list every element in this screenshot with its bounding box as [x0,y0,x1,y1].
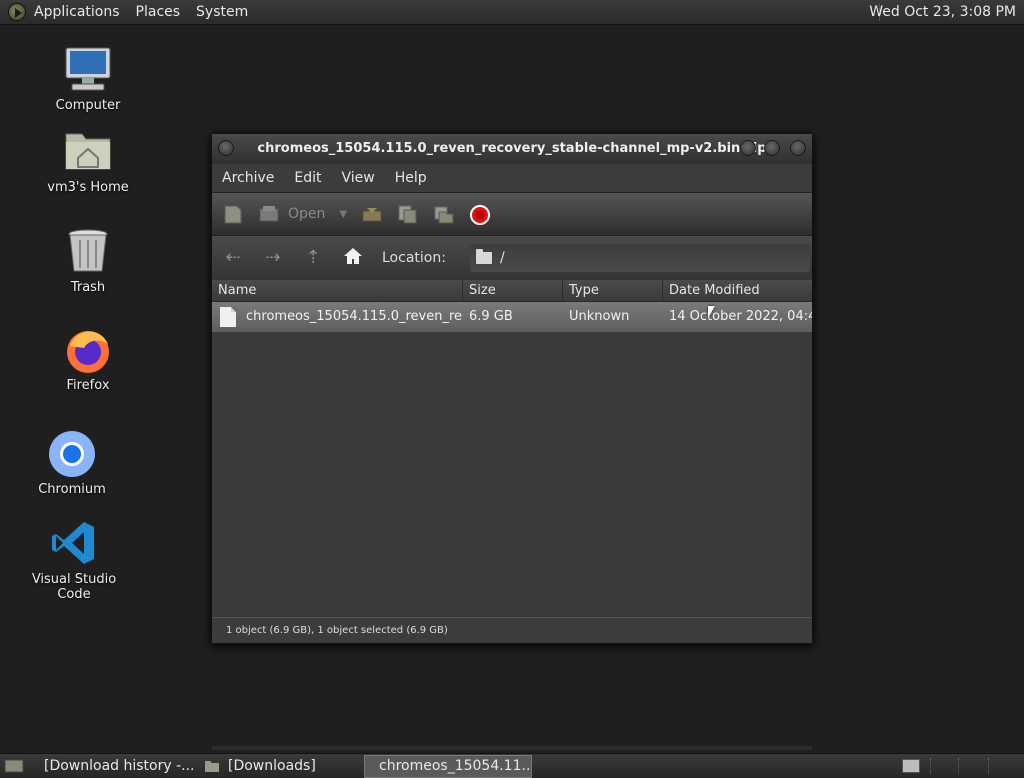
add-files-button[interactable] [397,201,419,227]
menu-edit[interactable]: Edit [284,170,331,186]
taskbar-item-download-history[interactable]: [Download history -... [30,755,198,778]
folder-icon [205,761,219,772]
file-list: chromeos_15054.115.0_reven_re... 6.9 GB … [212,302,812,585]
menubar: Archive Edit View Help [212,164,812,192]
stop-icon [469,204,491,225]
window-title: chromeos_15054.115.0_reven_recovery_stab… [257,141,767,156]
open-archive-icon [258,204,280,224]
new-archive-icon [222,204,244,224]
cell-date-modified: 14 October 2022, 04:47 [669,309,812,324]
file-icon [220,306,236,327]
desktop-icon-firefox[interactable]: Firefox [33,326,143,393]
column-header-name[interactable]: Name [212,280,463,301]
location-field[interactable]: / [469,244,810,272]
table-row[interactable]: chromeos_15054.115.0_reven_re... 6.9 GB … [212,302,812,332]
desktop-icon-label: vm3's Home [47,180,129,195]
applications-menu[interactable]: Applications [26,0,128,25]
folder-icon [475,249,492,264]
column-header-size[interactable]: Size [463,280,563,301]
desktop-icon-label: Trash [70,280,106,295]
column-header-type[interactable]: Type [563,280,663,301]
location-label: Location: [382,250,446,266]
home-folder-icon [64,128,112,176]
workspace-switcher[interactable] [902,759,920,773]
close-button[interactable] [790,140,806,156]
toolbar: Open ▼ [212,192,812,236]
archive-manager-window: chromeos_15054.115.0_reven_recovery_stab… [211,133,813,750]
firefox-icon [64,326,112,374]
show-desktop-icon [4,759,24,773]
open-dropdown-button[interactable]: ▼ [339,201,347,227]
panel-separator [930,758,931,774]
menu-help[interactable]: Help [385,170,437,186]
add-folder-button[interactable] [433,201,455,227]
trash-icon [64,228,112,276]
back-arrow-icon[interactable]: ⇠ [222,247,244,269]
location-bar: ⇠ ⇢ ⇡ Location: / [212,236,812,280]
home-icon[interactable] [342,247,364,269]
minimize-button[interactable] [740,140,756,156]
desktop-icon-label: Chromium [38,482,106,497]
panel-separator [988,758,989,774]
mouse-cursor-icon [708,306,715,318]
open-button[interactable]: Open [258,201,325,227]
location-path: / [499,250,505,266]
places-menu[interactable]: Places [128,0,189,25]
add-folder-icon [433,204,455,224]
top-panel: Applications Places System Wed Oct 23, 3… [0,0,1024,25]
system-menu[interactable]: System [188,0,256,25]
desktop-icon-label: Firefox [66,378,110,393]
new-archive-button[interactable] [222,201,244,227]
up-arrow-icon[interactable]: ⇡ [302,247,324,269]
computer-icon [64,46,112,94]
window-menu-button[interactable] [218,140,234,156]
menu-view[interactable]: View [332,170,385,186]
desktop-icon-vscode[interactable]: Visual Studio Code [19,520,129,602]
desktop-icon-home[interactable]: vm3's Home [33,128,143,195]
desktop-icon-chromium[interactable]: Chromium [17,430,127,497]
add-files-icon [397,204,419,224]
taskbar-item-downloads[interactable]: [Downloads] [198,755,364,778]
desktop-icon-computer[interactable]: Computer [33,46,143,113]
chromium-icon [48,430,96,478]
show-desktop-button[interactable] [0,755,30,778]
file-name: chromeos_15054.115.0_reven_re... [246,309,463,324]
taskbar-item-label: [Download history -... [44,758,195,774]
window-titlebar[interactable]: chromeos_15054.115.0_reven_recovery_stab… [212,134,812,164]
menu-archive[interactable]: Archive [212,170,284,186]
horizontal-scrollbar[interactable] [212,746,812,750]
desktop-icon-trash[interactable]: Trash [33,228,143,295]
taskbar: [Download history -... [Downloads] chrom… [0,753,1024,778]
status-bar: 1 object (6.9 GB), 1 object selected (6.… [212,617,812,643]
taskbar-item-archive-manager[interactable]: chromeos_15054.11... [364,754,532,778]
vscode-icon [50,520,98,568]
extract-button[interactable] [361,201,383,227]
maximize-button[interactable] [764,140,780,156]
stop-button[interactable] [469,201,491,227]
forward-arrow-icon[interactable]: ⇢ [262,247,284,269]
clock[interactable]: Wed Oct 23, 3:08 PM [869,0,1016,25]
desktop-icon-label: Computer [55,98,121,113]
panel-separator [958,758,959,774]
taskbar-item-label: [Downloads] [228,758,316,774]
extract-icon [361,204,383,224]
column-header-date-modified[interactable]: Date Modified [663,280,812,301]
cell-name: chromeos_15054.115.0_reven_re... [212,302,463,332]
distro-logo-icon[interactable] [8,3,26,21]
chevron-down-icon: ▼ [339,208,348,220]
open-label: Open [288,206,326,222]
cell-size: 6.9 GB [469,309,513,324]
taskbar-item-label: chromeos_15054.11... [379,758,532,774]
cell-type: Unknown [569,309,630,324]
desktop-icon-label: Visual Studio Code [31,572,117,602]
file-list-header: Name Size Type Date Modified [212,280,812,302]
